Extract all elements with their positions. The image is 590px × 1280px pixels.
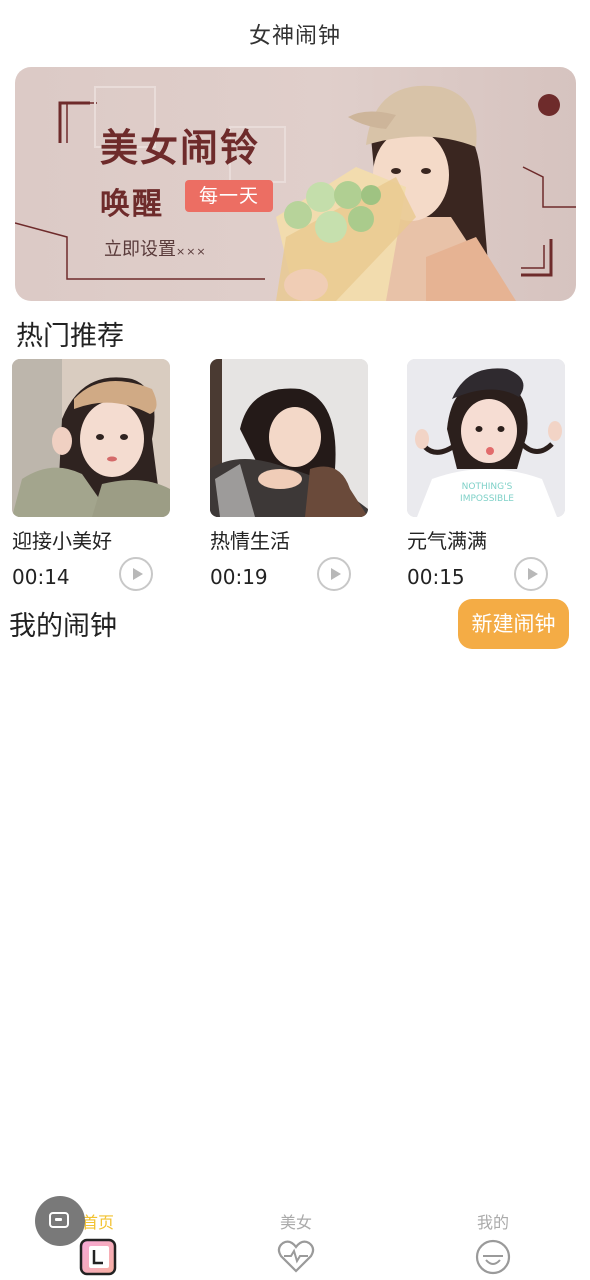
tab-beauty-label: 美女 (279, 1213, 312, 1232)
new-alarm-button[interactable]: 新建闹钟 (458, 599, 569, 649)
tab-mine[interactable]: 我的 (433, 1212, 553, 1276)
recommend-card[interactable]: 迎接小美好 00:14 (12, 359, 170, 591)
promo-banner[interactable]: 美女闹铃 唤醒 每一天 立即设置××× (15, 67, 576, 301)
recommend-thumbnail[interactable] (210, 359, 368, 517)
banner-headline: 美女闹铃 (100, 126, 261, 170)
recommend-duration: 00:14 (12, 565, 70, 589)
home-icon (79, 1238, 117, 1276)
section-title-my-alarm: 我的闹钟 (9, 611, 117, 642)
banner-cta-label: 立即设置 (104, 239, 176, 260)
banner-tag: 每一天 (185, 180, 273, 212)
recommend-title: 迎接小美好 (12, 529, 112, 553)
recommend-title: 元气满满 (407, 529, 487, 553)
play-button[interactable] (119, 557, 153, 591)
recommend-thumbnail[interactable]: NOTHING'S IMPOSSIBLE (407, 359, 565, 517)
shirt-text-line-1: NOTHING'S (462, 482, 513, 492)
section-title-hot: 热门推荐 (16, 321, 124, 352)
tab-beauty[interactable]: 美女 (236, 1212, 356, 1276)
play-button[interactable] (514, 557, 548, 591)
floating-window-button[interactable] (35, 1196, 85, 1246)
banner-subheadline: 唤醒 (100, 187, 164, 222)
banner-cta[interactable]: 立即设置××× (104, 235, 207, 261)
window-icon (49, 1212, 69, 1228)
recommend-card[interactable]: 热情生活 00:19 (210, 359, 368, 591)
tab-mine-label: 我的 (476, 1213, 509, 1232)
page-title: 女神闹钟 (248, 24, 341, 49)
heart-pulse-icon (277, 1238, 315, 1276)
shirt-text-line-2: IMPOSSIBLE (460, 494, 514, 504)
play-button[interactable] (317, 557, 351, 591)
recommend-thumbnail[interactable] (12, 359, 170, 517)
banner-model-photo (276, 85, 516, 301)
recommend-card[interactable]: NOTHING'S IMPOSSIBLE 元气满满 00:15 (407, 359, 565, 591)
recommend-title: 热情生活 (210, 529, 290, 553)
recommend-duration: 00:19 (210, 565, 268, 589)
smile-face-icon (474, 1238, 512, 1276)
recommend-duration: 00:15 (407, 565, 465, 589)
banner-cta-suffix: ××× (176, 245, 207, 258)
